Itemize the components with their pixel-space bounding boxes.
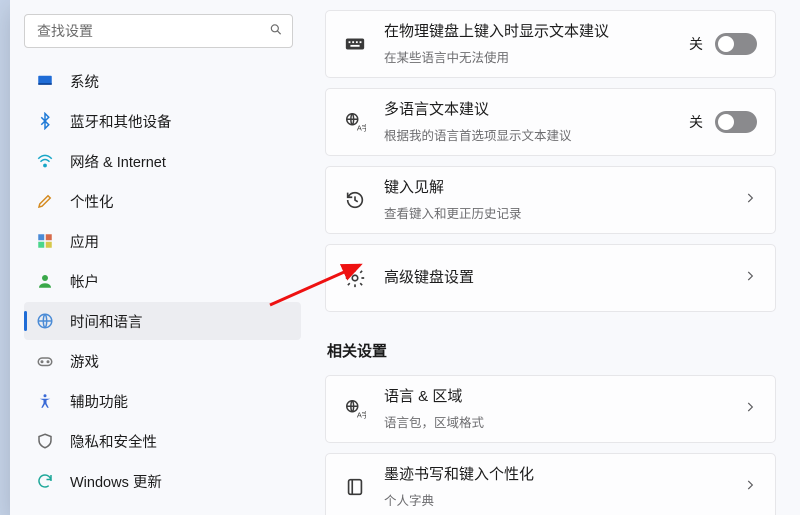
sidebar-item-label: 蓝牙和其他设备 xyxy=(70,111,172,132)
card-subtitle: 个人字典 xyxy=(384,490,725,509)
sidebar-item-label: 系统 xyxy=(70,71,99,92)
card-texts: 在物理键盘上键入时显示文本建议 在某些语言中无法使用 xyxy=(384,22,671,65)
card-control: 关 xyxy=(689,111,757,133)
main-content: 在物理键盘上键入时显示文本建议 在某些语言中无法使用 关 A字 多语言文本建议 … xyxy=(305,0,800,515)
history-icon xyxy=(344,189,366,211)
gaming-icon xyxy=(36,352,54,370)
related-settings-heading: 相关设置 xyxy=(327,340,776,361)
gear-icon xyxy=(344,267,366,289)
language-region-icon: A字 xyxy=(344,398,366,420)
sidebar-item-bluetooth[interactable]: 蓝牙和其他设备 xyxy=(24,102,301,140)
bluetooth-icon xyxy=(36,112,54,130)
sidebar-item-accounts[interactable]: 帐户 xyxy=(24,262,301,300)
sidebar-item-windows-update[interactable]: Windows 更新 xyxy=(24,462,301,500)
time-language-icon xyxy=(36,312,54,330)
card-texts: 键入见解 查看键入和更正历史记录 xyxy=(384,178,725,221)
sidebar-item-gaming[interactable]: 游戏 xyxy=(24,342,301,380)
sidebar: 系统 蓝牙和其他设备 网络 & Internet 个性化 应用 帐户 xyxy=(10,0,305,515)
card-multilingual-suggestions[interactable]: A字 多语言文本建议 根据我的语言首选项显示文本建议 关 xyxy=(325,88,776,156)
search-icon xyxy=(269,23,283,40)
sidebar-item-label: 应用 xyxy=(70,231,99,252)
keyboard-icon xyxy=(344,33,366,55)
sidebar-item-accessibility[interactable]: 辅助功能 xyxy=(24,382,301,420)
accounts-icon xyxy=(36,272,54,290)
sidebar-item-label: Windows 更新 xyxy=(70,471,162,492)
personalization-icon xyxy=(36,192,54,210)
card-inking-typing-personalization[interactable]: 墨迹书写和键入个性化 个人字典 xyxy=(325,453,776,515)
card-texts: 语言 & 区域 语言包，区域格式 xyxy=(384,387,725,430)
chevron-right-icon xyxy=(743,400,757,419)
card-title: 键入见解 xyxy=(384,178,725,198)
card-advanced-keyboard-settings[interactable]: 高级键盘设置 xyxy=(325,244,776,312)
language-icon: A字 xyxy=(344,111,366,133)
sidebar-item-label: 帐户 xyxy=(70,271,99,292)
svg-text:A字: A字 xyxy=(357,123,366,132)
sidebar-item-personalization[interactable]: 个性化 xyxy=(24,182,301,220)
sidebar-item-label: 隐私和安全性 xyxy=(70,431,157,452)
windows-update-icon xyxy=(36,472,54,490)
system-icon xyxy=(36,72,54,90)
chevron-right-icon xyxy=(743,478,757,497)
toggle-switch[interactable] xyxy=(715,33,757,55)
sidebar-item-label: 时间和语言 xyxy=(70,311,143,332)
privacy-icon xyxy=(36,432,54,450)
card-texts: 墨迹书写和键入个性化 个人字典 xyxy=(384,465,725,508)
dictionary-icon xyxy=(344,476,366,498)
settings-window: 系统 蓝牙和其他设备 网络 & Internet 个性化 应用 帐户 xyxy=(10,0,800,515)
card-texts: 多语言文本建议 根据我的语言首选项显示文本建议 xyxy=(384,100,671,143)
card-title: 语言 & 区域 xyxy=(384,387,725,407)
card-language-region[interactable]: A字 语言 & 区域 语言包，区域格式 xyxy=(325,375,776,443)
card-subtitle: 语言包，区域格式 xyxy=(384,412,725,431)
sidebar-item-system[interactable]: 系统 xyxy=(24,62,301,100)
sidebar-item-time-language[interactable]: 时间和语言 xyxy=(24,302,301,340)
card-title: 在物理键盘上键入时显示文本建议 xyxy=(384,22,671,42)
card-subtitle: 查看键入和更正历史记录 xyxy=(384,203,725,222)
card-subtitle: 根据我的语言首选项显示文本建议 xyxy=(384,125,671,144)
card-texts: 高级键盘设置 xyxy=(384,268,725,288)
apps-icon xyxy=(36,232,54,250)
card-title: 高级键盘设置 xyxy=(384,268,725,288)
sidebar-item-label: 游戏 xyxy=(70,351,99,372)
chevron-right-icon xyxy=(743,191,757,210)
chevron-right-icon xyxy=(743,269,757,288)
sidebar-item-label: 网络 & Internet xyxy=(70,151,166,172)
card-subtitle: 在某些语言中无法使用 xyxy=(384,47,671,66)
toggle-state-label: 关 xyxy=(689,34,703,54)
sidebar-item-network[interactable]: 网络 & Internet xyxy=(24,142,301,180)
sidebar-item-label: 个性化 xyxy=(70,191,114,212)
card-title: 多语言文本建议 xyxy=(384,100,671,120)
card-title: 墨迹书写和键入个性化 xyxy=(384,465,725,485)
sidebar-item-label: 辅助功能 xyxy=(70,391,128,412)
network-icon xyxy=(36,152,54,170)
sidebar-item-apps[interactable]: 应用 xyxy=(24,222,301,260)
sidebar-item-privacy[interactable]: 隐私和安全性 xyxy=(24,422,301,460)
search-input[interactable] xyxy=(24,14,293,48)
accessibility-icon xyxy=(36,392,54,410)
svg-text:A字: A字 xyxy=(357,410,366,419)
card-typing-insights[interactable]: 键入见解 查看键入和更正历史记录 xyxy=(325,166,776,234)
search-box xyxy=(24,14,293,48)
toggle-switch[interactable] xyxy=(715,111,757,133)
sidebar-nav: 系统 蓝牙和其他设备 网络 & Internet 个性化 应用 帐户 xyxy=(24,62,301,500)
card-text-suggestions[interactable]: 在物理键盘上键入时显示文本建议 在某些语言中无法使用 关 xyxy=(325,10,776,78)
card-control: 关 xyxy=(689,33,757,55)
toggle-state-label: 关 xyxy=(689,112,703,132)
